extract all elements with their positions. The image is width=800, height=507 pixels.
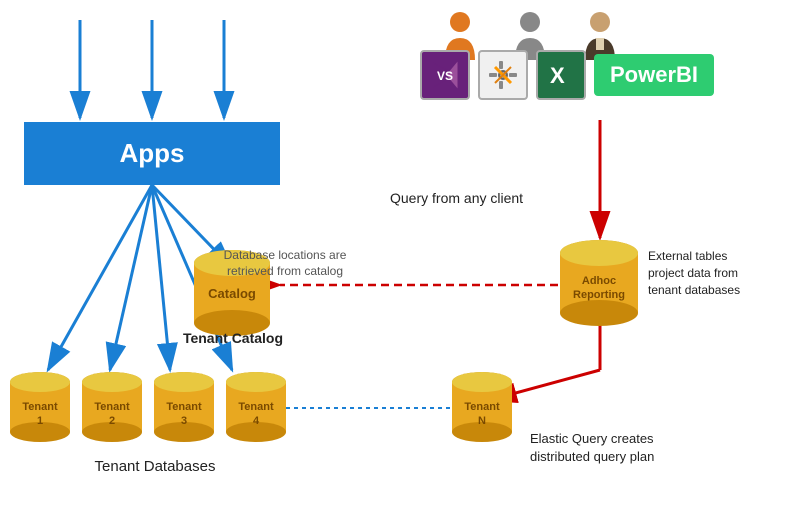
svg-text:3: 3	[181, 415, 187, 427]
svg-text:4: 4	[253, 415, 260, 427]
tenant-databases-label: Tenant Databases	[40, 458, 270, 475]
svg-text:Catalog: Catalog	[208, 286, 256, 301]
apps-label: Apps	[120, 138, 185, 169]
tenant-2-cylinder: Tenant 2	[80, 370, 144, 455]
svg-text:Reporting: Reporting	[573, 289, 625, 301]
diagram: Apps	[0, 0, 800, 507]
tenant-1-cylinder: Tenant 1	[8, 370, 72, 455]
svg-text:Tenant: Tenant	[238, 401, 274, 413]
tenant-databases-text: Tenant Databases	[95, 458, 216, 475]
external-tables-text: External tablesproject data fromtenant d…	[648, 249, 740, 297]
visual-studio-icon: VS	[420, 50, 470, 100]
elastic-query-text: Elastic Query createsdistributed query p…	[530, 431, 654, 464]
tenant-4-cylinder: Tenant 4	[224, 370, 288, 455]
tenant-cylinders-group: Tenant 1 Tenant 2 Tenant 3	[8, 370, 288, 455]
svg-text:1: 1	[37, 415, 43, 427]
excel-icon: X	[536, 50, 586, 100]
tools-settings-icon	[478, 50, 528, 100]
db-locations-text: Database locations areretrieved from cat…	[224, 248, 347, 278]
tenant-n-cylinder: Tenant N	[450, 370, 514, 455]
query-client-text: Query from any client	[390, 190, 523, 206]
adhoc-cylinder: Adhoc Reporting	[558, 238, 640, 333]
svg-text:Tenant: Tenant	[22, 401, 58, 413]
powerbi-label: PowerBI	[610, 62, 698, 87]
apps-box: Apps	[24, 122, 280, 185]
tenant-3-cylinder: Tenant 3	[152, 370, 216, 455]
tenant-catalog-label: Tenant Catalog	[168, 330, 298, 346]
powerbi-badge: PowerBI	[594, 54, 714, 96]
external-tables-label: External tablesproject data fromtenant d…	[648, 248, 788, 298]
svg-text:Tenant: Tenant	[166, 401, 202, 413]
query-client-label: Query from any client	[390, 190, 523, 206]
svg-text:Tenant: Tenant	[464, 401, 500, 413]
tool-icons-group: VS X PowerBI	[420, 50, 714, 100]
svg-text:Tenant: Tenant	[94, 401, 130, 413]
elastic-query-label: Elastic Query createsdistributed query p…	[530, 430, 730, 466]
svg-text:VS: VS	[437, 69, 453, 83]
svg-text:Adhoc: Adhoc	[582, 275, 616, 287]
svg-text:N: N	[478, 415, 486, 427]
db-locations-label: Database locations areretrieved from cat…	[220, 248, 350, 279]
tenant-catalog-text: Tenant Catalog	[183, 330, 283, 346]
svg-text:2: 2	[109, 415, 115, 427]
svg-text:X: X	[550, 63, 565, 88]
